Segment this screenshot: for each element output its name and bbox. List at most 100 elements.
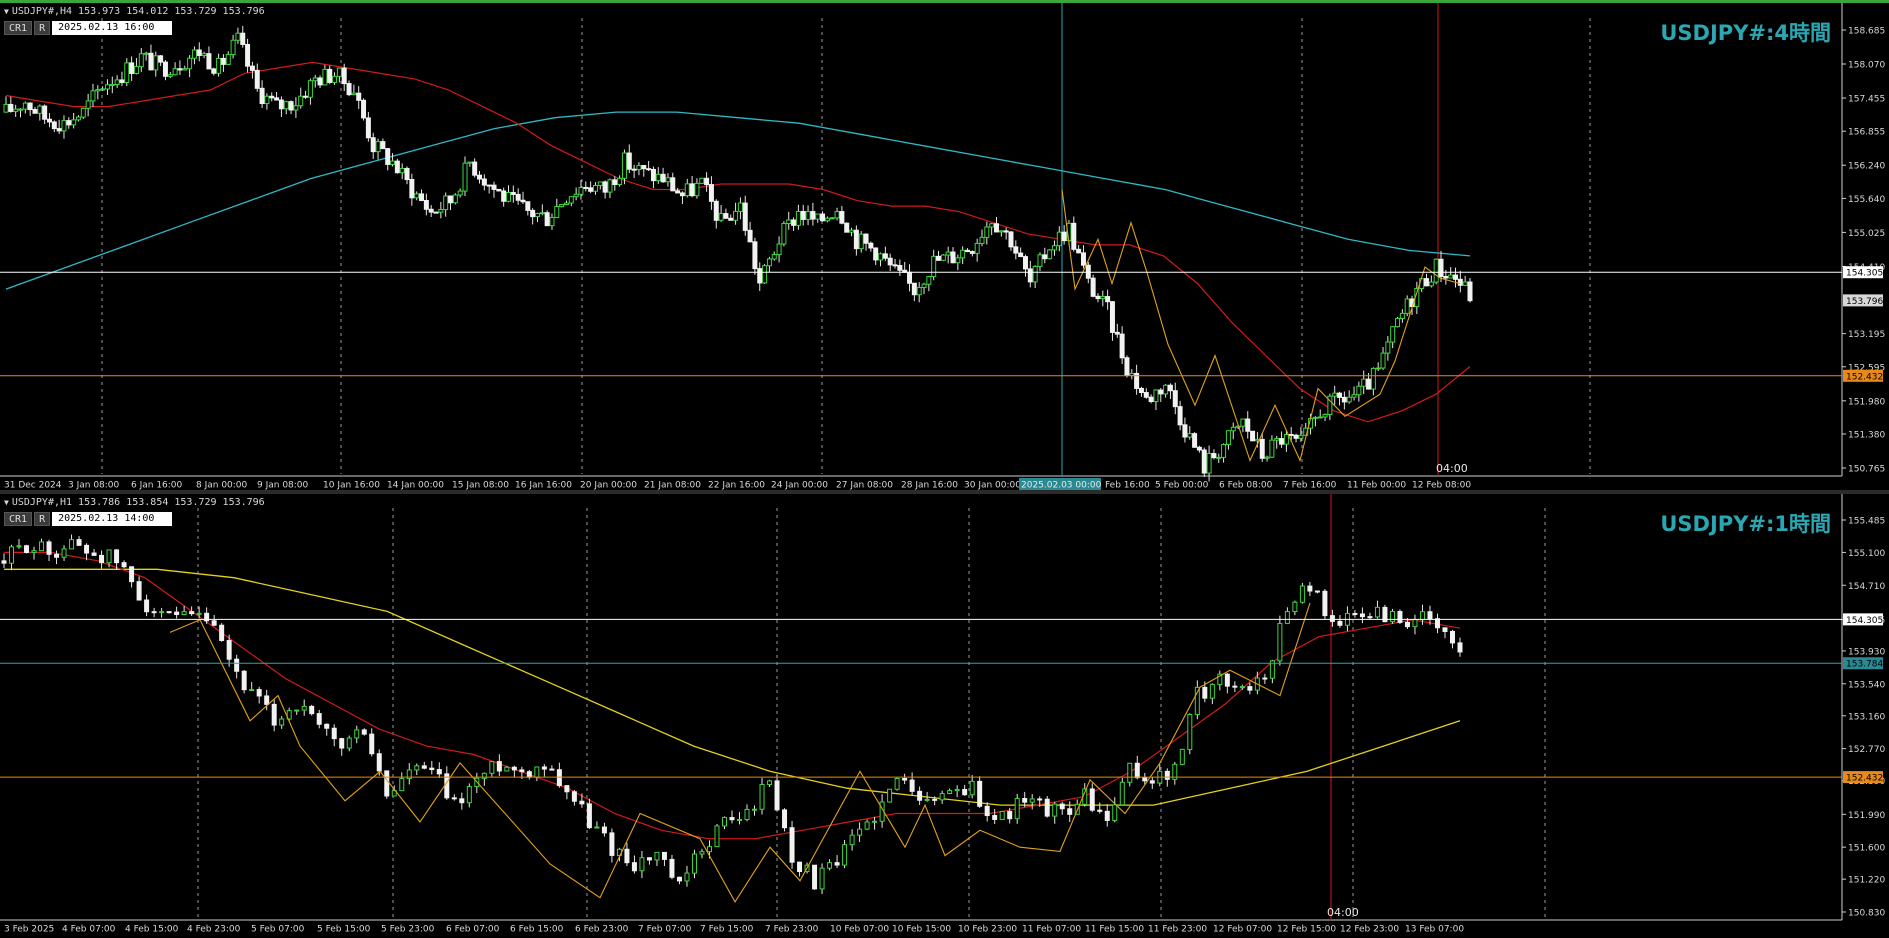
candle-bear bbox=[278, 99, 284, 110]
ma-slow-line bbox=[5, 111, 1471, 290]
h1-r-button[interactable]: R bbox=[34, 512, 51, 526]
candle-bear bbox=[892, 264, 898, 267]
candle-bear bbox=[797, 861, 803, 873]
candle-bull bbox=[336, 67, 342, 77]
candle-bear bbox=[728, 217, 734, 221]
h1-chart-pane[interactable]: 155.485 155.100 154.710 154.305 153.930 153.5… bbox=[0, 494, 1889, 938]
candle-bull bbox=[452, 194, 458, 204]
price-tick-label: 151.380 bbox=[1848, 430, 1885, 440]
candle-bull bbox=[230, 39, 236, 55]
time-axis-label: 5 Feb 23:00 bbox=[381, 925, 435, 935]
candle-bull bbox=[443, 195, 449, 211]
time-axis-label: 8 Jan 00:00 bbox=[196, 481, 248, 491]
h1-cr-button[interactable]: CR1 bbox=[4, 512, 33, 526]
candle-bull bbox=[13, 108, 19, 112]
collapse-triangle-icon[interactable]: ▼ bbox=[4, 7, 9, 16]
h4-chart-canvas[interactable]: 158.685 158.070 157.455 156.855 156.240 155.6… bbox=[0, 3, 1889, 490]
candle-bear bbox=[66, 120, 72, 126]
h4-r-button[interactable]: R bbox=[34, 21, 51, 35]
candle-bear bbox=[54, 553, 60, 558]
candle-bear bbox=[1095, 295, 1101, 300]
candle-bull bbox=[984, 226, 990, 238]
candle-bear bbox=[148, 52, 154, 71]
candle-bear bbox=[129, 62, 135, 74]
candle-bear bbox=[129, 566, 135, 583]
price-tick-label: 153.195 bbox=[1848, 330, 1885, 340]
candle-bull bbox=[1240, 418, 1246, 427]
candle-bull bbox=[921, 283, 927, 289]
candle-bear bbox=[588, 187, 594, 192]
price-tick-label: 151.980 bbox=[1848, 397, 1885, 407]
candle-bull bbox=[216, 57, 222, 74]
candle-bear bbox=[346, 83, 352, 96]
candle-bull bbox=[684, 872, 690, 882]
candle-bear bbox=[1457, 278, 1463, 286]
candle-bear bbox=[1366, 378, 1372, 390]
candle-bear bbox=[1247, 686, 1253, 691]
candle-bear bbox=[259, 87, 265, 105]
candle-bear bbox=[932, 798, 938, 801]
candle-bear bbox=[1307, 585, 1313, 592]
candle-bull bbox=[354, 729, 360, 739]
candle-bull bbox=[819, 867, 825, 890]
candle-bear bbox=[882, 253, 888, 259]
candle-bull bbox=[1225, 430, 1231, 446]
candle-bear bbox=[1259, 438, 1265, 459]
candle-bear bbox=[316, 713, 322, 725]
candle-bear bbox=[782, 809, 788, 829]
candle-bear bbox=[1457, 642, 1463, 653]
candle-bear bbox=[1037, 798, 1043, 801]
candle-bear bbox=[936, 255, 942, 261]
time-axis-label: 16 Jan 16:00 bbox=[515, 481, 572, 491]
candle-bull bbox=[926, 276, 932, 285]
h4-datetime-field[interactable]: 2025.02.13 16:00 bbox=[52, 21, 173, 35]
candle-bear bbox=[626, 152, 632, 170]
candle-bear bbox=[602, 181, 608, 193]
candle-bull bbox=[939, 792, 945, 801]
candle-bull bbox=[1317, 416, 1323, 419]
candle-bear bbox=[650, 168, 656, 182]
candle-bear bbox=[907, 271, 913, 284]
price-tick-label: 153.930 bbox=[1848, 647, 1885, 657]
candle-bear bbox=[1202, 686, 1208, 699]
candle-bear bbox=[369, 733, 375, 755]
candle-bear bbox=[810, 211, 816, 220]
h1-chart-canvas[interactable]: 155.485 155.100 154.710 154.305 153.930 153.5… bbox=[0, 494, 1889, 938]
candle-bear bbox=[757, 268, 763, 284]
candle-bull bbox=[1029, 798, 1035, 803]
candle-bear bbox=[1262, 677, 1268, 680]
candle-bear bbox=[46, 541, 52, 555]
candle-bull bbox=[578, 186, 584, 195]
candle-bull bbox=[568, 196, 574, 204]
candle-bull bbox=[1404, 298, 1410, 314]
candle-bear bbox=[525, 201, 531, 211]
candle-bear bbox=[264, 695, 270, 705]
candle-bull bbox=[733, 210, 739, 221]
candle-bull bbox=[100, 88, 106, 91]
candle-bull bbox=[1284, 611, 1290, 624]
candle-bull bbox=[786, 219, 792, 225]
candle-bear bbox=[46, 118, 52, 123]
collapse-triangle-icon[interactable]: ▼ bbox=[4, 498, 9, 507]
horizontal-line-white-badge-label: 154.305 bbox=[1846, 269, 1883, 279]
time-axis-label: 11 Feb 00:00 bbox=[1347, 481, 1406, 491]
candle-bear bbox=[1044, 798, 1050, 817]
candle-bull bbox=[1351, 394, 1357, 398]
candle-bear bbox=[324, 723, 330, 729]
candle-bear bbox=[241, 670, 247, 691]
candle-bull bbox=[639, 857, 645, 872]
h4-chart-pane[interactable]: 158.685 158.070 157.455 156.855 156.240 155.6… bbox=[0, 0, 1889, 490]
candle-bear bbox=[436, 769, 442, 775]
candle-bear bbox=[76, 539, 82, 546]
candle-bear bbox=[1018, 252, 1024, 258]
h4-cr-button[interactable]: CR1 bbox=[4, 21, 33, 35]
candle-bull bbox=[181, 611, 187, 616]
candle-bear bbox=[1293, 434, 1299, 439]
candle-bear bbox=[331, 727, 337, 740]
time-axis-label: 12 Feb 07:00 bbox=[1213, 925, 1272, 935]
time-axis-label: 6 Feb 08:00 bbox=[1219, 481, 1273, 491]
price-tick-label: 155.485 bbox=[1848, 517, 1885, 527]
h1-datetime-field[interactable]: 2025.02.13 14:00 bbox=[52, 512, 173, 526]
candle-bear bbox=[747, 229, 753, 243]
candle-bull bbox=[3, 103, 9, 113]
